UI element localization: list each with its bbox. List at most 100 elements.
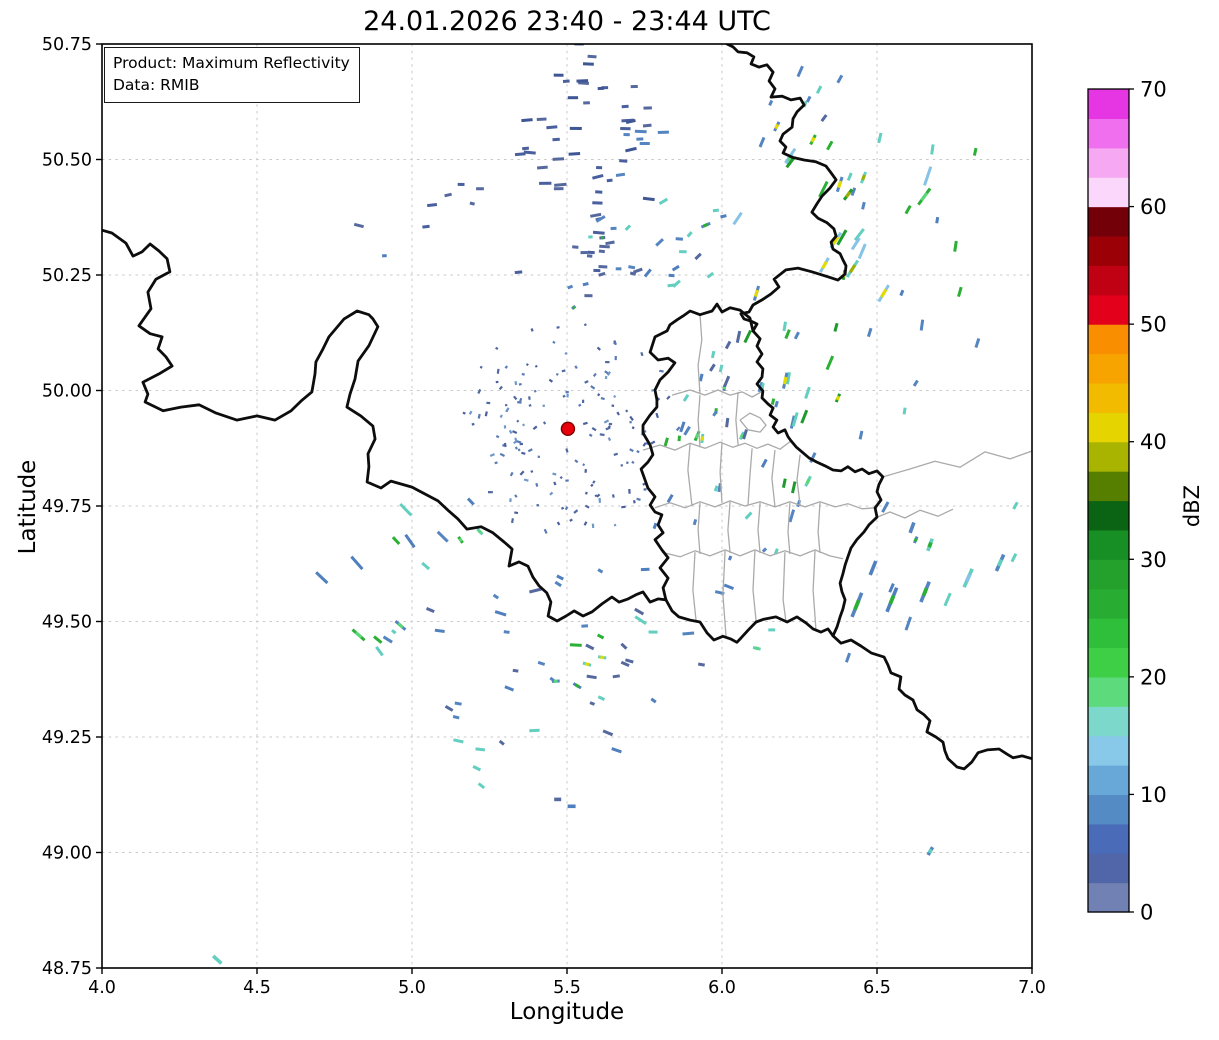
colorbar-tick-label: 30 [1140,548,1167,572]
radar-echo [781,478,787,489]
radar-echo [655,412,659,419]
colorbar-segment [1088,294,1129,325]
radar-echo [615,172,626,177]
radar-echo [516,419,520,423]
colorbar-segment [1088,735,1129,766]
radar-echo [552,340,556,344]
radar-echo [552,137,560,142]
colorbar-tick-label: 50 [1140,313,1167,337]
radar-echo [613,341,617,346]
colorbar-segment [1088,265,1129,296]
radar-echo [458,537,463,543]
radar-echo [514,446,518,450]
radar-site-marker [560,421,576,437]
radar-echo [703,222,709,228]
radar-echo [620,464,624,467]
radar-echo [468,410,473,415]
radar-echo [452,715,460,720]
radar-echo [564,506,569,511]
y-tick-label: 50.50 [42,151,92,171]
radar-echo [560,506,565,510]
radar-echo [512,668,519,673]
colorbar-tick-label: 0 [1140,901,1153,925]
radar-echo [536,117,547,121]
radar-echo [718,364,724,373]
radar-echo [578,81,590,85]
radar-echo [523,478,529,482]
radar-echo [522,423,526,427]
radar-echo [640,351,644,357]
radar-echo [710,350,716,359]
radar-echo [584,380,589,384]
radar-echo [613,395,617,398]
radar-echo [607,425,611,429]
colorbar-segment [1088,353,1129,384]
radar-echo [484,411,488,417]
colorbar-segment [1088,882,1129,913]
radar-echo [619,159,628,163]
radar-echo [479,365,483,369]
radar-echo [534,364,538,368]
colorbar-tick-label: 60 [1140,195,1167,219]
radar-echo [530,328,534,332]
radar-echo [582,421,588,426]
radar-echo [588,433,593,438]
radar-echo [697,662,705,667]
x-tick-label: 6.0 [708,978,736,998]
radar-echo [770,398,776,405]
radar-echo [477,529,483,534]
radar-echo [542,421,547,425]
radar-echo [475,747,486,752]
radar-echo [565,479,569,482]
radar-echo [899,289,905,297]
x-tick-label: 6.5 [863,978,891,998]
radar-echo [533,389,537,393]
radar-echo [727,555,733,561]
radar-echo [514,511,519,515]
radar-echo [833,322,839,332]
x-tick-label: 5.0 [398,978,426,998]
radar-echo [810,136,816,143]
radar-echo [698,373,704,382]
y-tick-label: 50.25 [42,266,92,286]
radar-echo [754,646,759,651]
colorbar-segment [1088,382,1129,413]
radar-echo [587,54,597,59]
radar-echo [972,147,978,156]
y-tick-label: 49.75 [42,497,92,517]
data-line: Data: RMIB [113,76,200,95]
radar-echo [753,289,759,297]
colorbar-segment [1088,529,1129,560]
radar-echo [578,403,582,407]
radar-echo [471,422,475,426]
radar-echo [628,265,636,270]
radar-echo [774,400,779,408]
x-tick-label: 7.0 [1018,978,1046,998]
radar-echo [581,624,589,628]
radar-echo [514,270,523,275]
radar-echo [612,674,621,679]
radar-echo [555,372,559,376]
x-tick-label: 5.5 [553,978,581,998]
radar-echo [477,413,481,419]
radar-echo [677,435,681,442]
radar-echo [556,326,560,329]
colorbar-segment [1088,441,1129,472]
colorbar-segment [1088,500,1129,531]
radar-echo [861,174,866,181]
radar-echo [589,701,596,706]
radar-echo [858,430,864,440]
colorbar-segment [1088,588,1129,619]
radar-echo [590,483,594,488]
radar-echo [594,494,598,498]
radar-echo [605,240,615,246]
radar-echo [582,463,586,467]
colorbar-segment [1088,324,1129,355]
colorbar-tick-label: 70 [1140,78,1167,102]
colorbar-tick-label: 40 [1140,430,1167,454]
colorbar-segment [1088,471,1129,502]
radar-figure: 24.01.2026 23:40 - 23:44 UTC 4.0 4.5 5.0 5.… [0,0,1219,1040]
radar-echo [496,368,500,374]
radar-echo [632,500,636,504]
radar-echo [725,417,730,428]
